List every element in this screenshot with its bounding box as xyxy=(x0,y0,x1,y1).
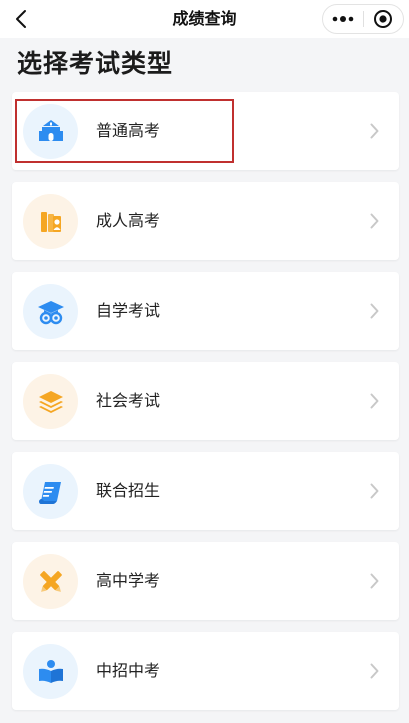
chevron-right-icon xyxy=(367,302,381,320)
exam-type-item-middle-school-exam[interactable]: 中招中考 xyxy=(12,632,399,710)
icon-badge xyxy=(23,194,78,249)
close-miniprogram-button[interactable] xyxy=(363,5,403,33)
exam-type-item-regular-gaokao[interactable]: 普通高考 xyxy=(12,92,399,170)
icon-badge xyxy=(23,104,78,159)
icon-badge xyxy=(23,644,78,699)
exam-type-label: 成人高考 xyxy=(96,211,161,230)
chevron-right-icon xyxy=(367,662,381,680)
layers-icon xyxy=(38,390,63,413)
exam-type-list: 普通高考 成人高考 自学考试 社会考试 联合招生 高中学考 中招中考 xyxy=(12,92,399,722)
graduation-owl-icon xyxy=(37,300,64,324)
icon-badge xyxy=(23,554,78,609)
chevron-right-icon xyxy=(367,572,381,590)
target-circle-icon xyxy=(374,10,393,28)
chevron-right-icon xyxy=(367,482,381,500)
exam-type-label: 中招中考 xyxy=(96,661,161,680)
reading-book-icon xyxy=(38,659,63,683)
exam-type-label: 社会考试 xyxy=(96,391,161,410)
more-menu-button[interactable] xyxy=(323,5,363,33)
exam-type-item-adult-gaokao[interactable]: 成人高考 xyxy=(12,182,399,260)
scroll-icon xyxy=(38,481,61,504)
icon-badge xyxy=(23,464,78,519)
school-building-icon xyxy=(38,119,63,141)
more-dots-icon xyxy=(332,16,354,22)
navigation-bar: 成绩查询 xyxy=(0,0,409,38)
exam-type-item-joint-enrollment[interactable]: 联合招生 xyxy=(12,452,399,530)
chevron-right-icon xyxy=(367,392,381,410)
exam-type-label: 普通高考 xyxy=(96,121,161,140)
books-person-icon xyxy=(40,211,61,232)
exam-type-item-social-exam[interactable]: 社会考试 xyxy=(12,362,399,440)
crossed-pencils-icon xyxy=(39,570,62,592)
chevron-right-icon xyxy=(367,122,381,140)
exam-type-label: 自学考试 xyxy=(96,301,161,320)
chevron-right-icon xyxy=(367,212,381,230)
exam-type-item-high-school-test[interactable]: 高中学考 xyxy=(12,542,399,620)
exam-type-item-self-study[interactable]: 自学考试 xyxy=(12,272,399,350)
icon-badge xyxy=(23,374,78,429)
icon-badge xyxy=(23,284,78,339)
page-title: 选择考试类型 xyxy=(17,49,174,78)
miniprogram-capsule xyxy=(322,4,404,34)
exam-type-label: 高中学考 xyxy=(96,571,161,590)
exam-type-label: 联合招生 xyxy=(96,481,161,500)
